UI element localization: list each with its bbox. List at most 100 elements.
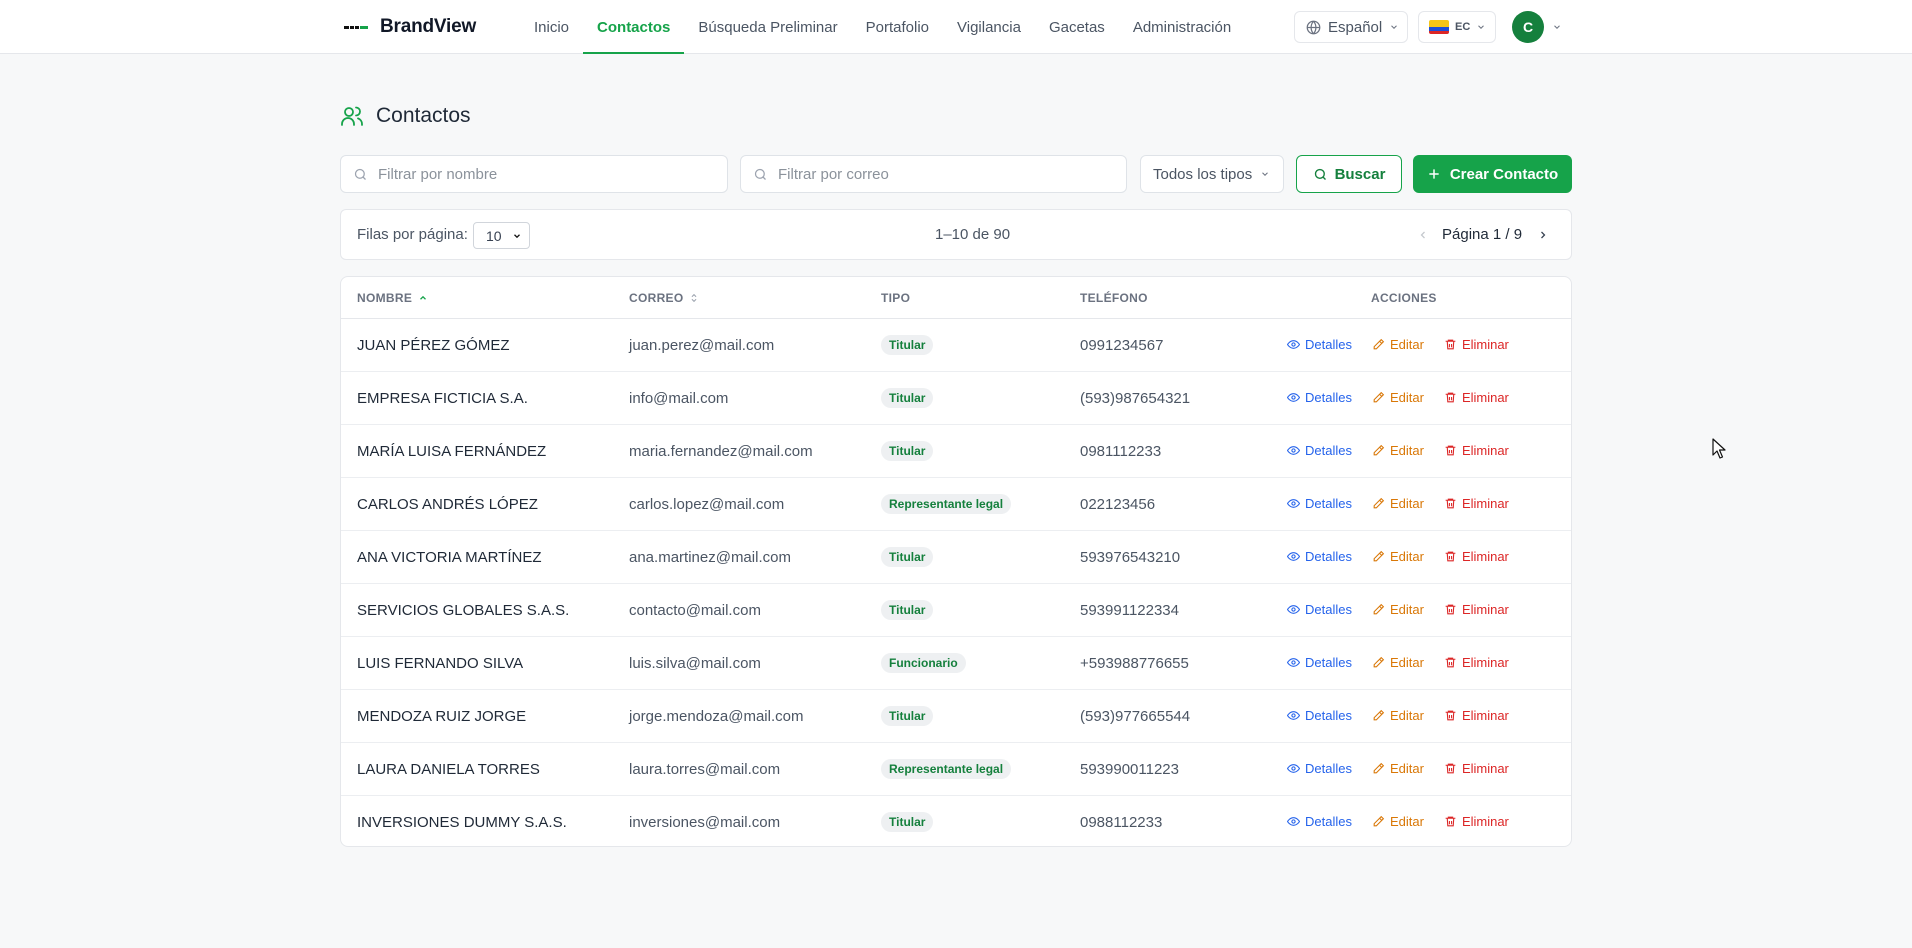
details-button[interactable]: Detalles	[1287, 496, 1352, 511]
details-label: Detalles	[1305, 602, 1352, 617]
next-page-button[interactable]	[1531, 222, 1555, 248]
contact-type-badge: Representante legal	[881, 494, 1012, 514]
trash-icon	[1444, 338, 1457, 351]
delete-button[interactable]: Eliminar	[1444, 761, 1509, 776]
nav-item-gacetas[interactable]: Gacetas	[1035, 0, 1119, 54]
trash-icon	[1444, 391, 1457, 404]
email-filter-input[interactable]	[778, 165, 1078, 183]
table-header: NOMBRE CORREO TIPO TELÉFONO ACCIONES	[341, 277, 1571, 319]
type-filter-select[interactable]: Todos los tipos	[1140, 155, 1284, 193]
details-button[interactable]: Detalles	[1287, 708, 1352, 723]
contact-email: inversiones@mail.com	[629, 814, 781, 831]
pencil-icon	[1372, 338, 1385, 351]
details-button[interactable]: Detalles	[1287, 337, 1352, 352]
details-label: Detalles	[1305, 549, 1352, 564]
contacts-table: NOMBRE CORREO TIPO TELÉFONO ACCIONES JUA…	[340, 276, 1572, 847]
table-row: EMPRESA FICTICIA S.A. info@mail.com Titula…	[341, 372, 1571, 425]
nav-item-inicio[interactable]: Inicio	[520, 0, 583, 54]
details-button[interactable]: Detalles	[1287, 390, 1352, 405]
contact-type-badge: Representante legal	[881, 759, 1012, 779]
rows-per-page-select[interactable]: 10	[473, 222, 530, 249]
edit-button[interactable]: Editar	[1372, 496, 1424, 511]
eye-icon	[1287, 762, 1300, 775]
users-icon	[341, 106, 363, 126]
contact-phone: +593988776655	[1080, 655, 1189, 672]
row-actions: Detalles Editar Eliminar	[1287, 337, 1509, 352]
name-filter-input[interactable]	[378, 165, 678, 183]
create-contact-button[interactable]: Crear Contacto	[1413, 155, 1572, 193]
contact-email: info@mail.com	[629, 390, 729, 407]
brand[interactable]: BrandView	[344, 14, 476, 40]
edit-label: Editar	[1389, 814, 1424, 829]
sort-icon	[692, 293, 697, 303]
delete-button[interactable]: Eliminar	[1444, 549, 1509, 564]
search-icon	[754, 168, 766, 180]
edit-label: Editar	[1389, 761, 1424, 776]
column-header-name[interactable]: NOMBRE	[357, 291, 428, 305]
type-badge-label: Titular	[881, 812, 934, 832]
edit-button[interactable]: Editar	[1372, 390, 1424, 405]
edit-label: Editar	[1389, 708, 1424, 723]
pencil-icon	[1372, 656, 1385, 669]
previous-page-button[interactable]	[1411, 222, 1435, 248]
user-menu[interactable]: C	[1512, 11, 1562, 43]
contact-phone: (593)977665544	[1080, 708, 1191, 725]
avatar[interactable]: C	[1512, 11, 1544, 43]
trash-icon	[1444, 815, 1457, 828]
delete-button[interactable]: Eliminar	[1444, 390, 1509, 405]
trash-icon	[1444, 497, 1457, 510]
details-button[interactable]: Detalles	[1287, 602, 1352, 617]
table-row: LUIS FERNANDO SILVA luis.silva@mail.com Fu…	[341, 637, 1571, 690]
email-filter-field[interactable]	[740, 155, 1127, 193]
delete-button[interactable]: Eliminar	[1444, 655, 1509, 670]
nav-item-busqueda-preliminar[interactable]: Búsqueda Preliminar	[684, 0, 851, 54]
delete-button[interactable]: Eliminar	[1444, 496, 1509, 511]
chevron-down-icon	[513, 233, 520, 238]
contact-phone: 022123456	[1080, 496, 1156, 513]
nav-item-contactos[interactable]: Contactos	[583, 0, 685, 54]
chevron-down-icon	[1554, 25, 1560, 29]
nav-item-vigilancia[interactable]: Vigilancia	[943, 0, 1035, 54]
country-selector[interactable]: EC	[1418, 11, 1496, 43]
edit-label: Editar	[1389, 549, 1424, 564]
plus-icon	[1429, 169, 1439, 179]
contact-type-badge: Titular	[881, 441, 934, 461]
language-selector[interactable]: Español	[1294, 11, 1408, 43]
details-button[interactable]: Detalles	[1287, 549, 1352, 564]
search-icon	[354, 168, 366, 180]
chevron-right-icon	[1541, 231, 1546, 239]
edit-button[interactable]: Editar	[1372, 337, 1424, 352]
column-header-phone-label: TELÉFONO	[1080, 291, 1148, 305]
table-row: MENDOZA RUIZ JORGE jorge.mendoza@mail.com…	[341, 690, 1571, 743]
nav-item-administracion[interactable]: Administración	[1119, 0, 1245, 54]
name-filter-field[interactable]	[340, 155, 728, 193]
delete-button[interactable]: Eliminar	[1444, 443, 1509, 458]
search-button[interactable]: Buscar	[1296, 155, 1402, 193]
search-icon	[1314, 168, 1326, 180]
edit-button[interactable]: Editar	[1372, 549, 1424, 564]
contact-name: INVERSIONES DUMMY S.A.S.	[357, 814, 567, 831]
details-button[interactable]: Detalles	[1287, 761, 1352, 776]
delete-button[interactable]: Eliminar	[1444, 602, 1509, 617]
delete-button[interactable]: Eliminar	[1444, 337, 1509, 352]
table-row: SERVICIOS GLOBALES S.A.S. contacto@mail.c…	[341, 584, 1571, 637]
edit-button[interactable]: Editar	[1372, 655, 1424, 670]
delete-button[interactable]: Eliminar	[1444, 708, 1509, 723]
delete-label: Eliminar	[1461, 655, 1509, 670]
search-button-label: Buscar	[1334, 165, 1386, 183]
edit-button[interactable]: Editar	[1372, 602, 1424, 617]
top-navbar: BrandView Inicio Contactos Búsqueda Prel…	[0, 0, 1912, 54]
contact-type-badge: Titular	[881, 600, 934, 620]
edit-button[interactable]: Editar	[1372, 443, 1424, 458]
edit-button[interactable]: Editar	[1372, 708, 1424, 723]
edit-button[interactable]: Editar	[1372, 761, 1424, 776]
nav-item-portafolio[interactable]: Portafolio	[852, 0, 943, 54]
delete-button[interactable]: Eliminar	[1444, 814, 1509, 829]
column-header-email[interactable]: CORREO	[629, 291, 699, 305]
details-button[interactable]: Detalles	[1287, 814, 1352, 829]
edit-button[interactable]: Editar	[1372, 814, 1424, 829]
contact-phone: (593)987654321	[1080, 390, 1191, 407]
details-button[interactable]: Detalles	[1287, 443, 1352, 458]
details-button[interactable]: Detalles	[1287, 655, 1352, 670]
ecuador-flag-icon	[1429, 20, 1449, 34]
